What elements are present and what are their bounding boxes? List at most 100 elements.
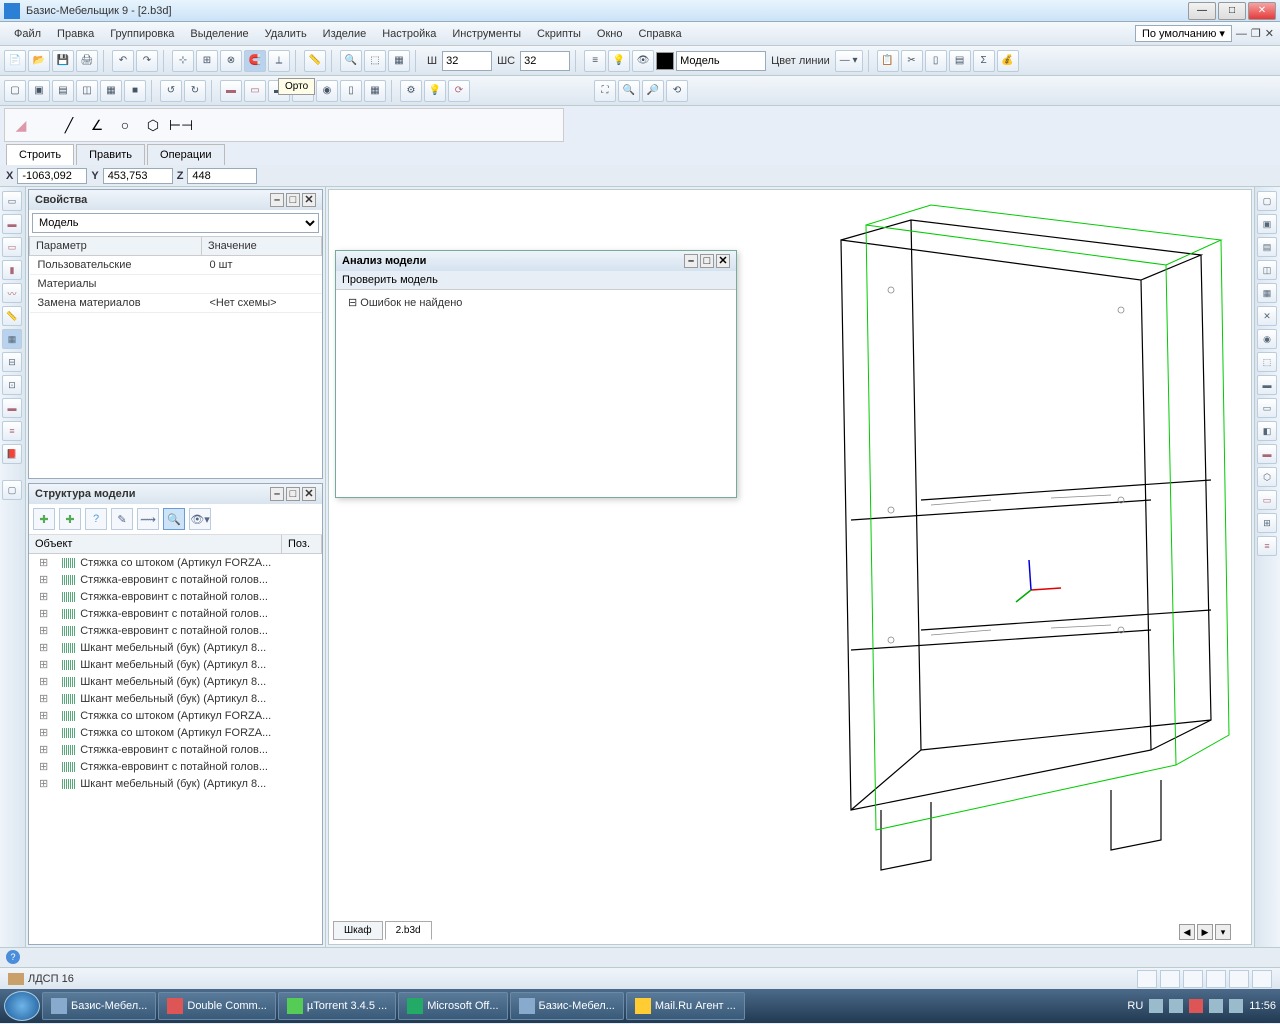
structure-item[interactable]: Шкант мебельный (бук) (Артикул 8... [29,690,322,707]
struct-add2-icon[interactable]: ✚ [59,508,81,530]
struct-add-icon[interactable]: ✚ [33,508,55,530]
select-mode-icon[interactable]: ⬚ [364,50,386,72]
rtool-8-icon[interactable]: ⬚ [1257,352,1277,372]
vtool-board-icon[interactable]: ▬ [2,214,22,234]
help-icon[interactable]: ? [6,950,20,964]
rtool-10-icon[interactable]: ▭ [1257,398,1277,418]
structure-header[interactable]: Структура модели – □ ✕ [29,484,322,504]
screw-icon[interactable]: ⟳ [448,80,470,102]
analysis-check-button[interactable]: Проверить модель [336,271,736,290]
width-input[interactable] [442,51,492,71]
tray-icon[interactable] [1149,999,1163,1013]
tray-icon[interactable] [1169,999,1183,1013]
task-item[interactable]: Базис-Мебел... [42,992,156,1020]
status-btn-2[interactable] [1160,970,1180,988]
material1-icon[interactable]: ▬ [220,80,242,102]
tray-icon[interactable] [1209,999,1223,1013]
rtool-14-icon[interactable]: ▭ [1257,490,1277,510]
shade-icon[interactable]: ≡ [584,50,606,72]
status-btn-1[interactable] [1137,970,1157,988]
status-btn-5[interactable] [1229,970,1249,988]
structure-item[interactable]: Стяжка-евровинт с потайной голов... [29,571,322,588]
tab-ops[interactable]: Операции [147,144,224,165]
analysis-close-icon[interactable]: ✕ [716,254,730,268]
print-button[interactable]: 🖨 [76,50,98,72]
rtool-15-icon[interactable]: ⊞ [1257,513,1277,533]
draw-dim-icon[interactable]: ⊢⊣ [169,113,193,137]
child-minimize[interactable]: — [1236,28,1247,40]
door-icon[interactable]: ▯ [925,50,947,72]
box-wire-icon[interactable]: ▦ [100,80,122,102]
struct-link-icon[interactable]: ⟿ [137,508,159,530]
tab-build[interactable]: Строить [6,144,74,165]
structure-item[interactable]: Шкант мебельный (бук) (Артикул 8... [29,673,322,690]
vtool-book-icon[interactable]: 📕 [2,444,22,464]
snap-ortho-icon[interactable]: ⟂ [268,50,290,72]
panel-pin-icon[interactable]: – [270,193,284,207]
nav-next-icon[interactable]: ▶ [1197,924,1213,940]
sigma-icon[interactable]: Σ [973,50,995,72]
start-button[interactable] [4,991,40,1021]
draw-shape-icon[interactable]: ◢ [9,113,33,137]
vtool-v-icon[interactable]: ⊡ [2,375,22,395]
menu-product[interactable]: Изделие [315,25,375,43]
box-side-icon[interactable]: ▣ [28,80,50,102]
layers-icon[interactable]: ▦ [364,80,386,102]
vtool-layers-icon[interactable]: ≡ [2,421,22,441]
align-icon[interactable]: ▤ [949,50,971,72]
snap-grid-icon[interactable]: ⊞ [196,50,218,72]
structure-item[interactable]: Стяжка-евровинт с потайной голов... [29,741,322,758]
viewtab-file[interactable]: 2.b3d [385,921,432,940]
tab-edit[interactable]: Править [76,144,145,165]
struct-max-icon[interactable]: □ [286,487,300,501]
zoom-icon[interactable]: 🔍 [340,50,362,72]
prop-row[interactable]: Пользовательские0 шт [30,256,322,275]
structure-item[interactable]: Стяжка-евровинт с потайной голов... [29,758,322,775]
measure-icon[interactable]: 📏 [304,50,326,72]
task-item[interactable]: Double Comm... [158,992,275,1020]
save-button[interactable]: 💾 [52,50,74,72]
vtool-stack-icon[interactable]: ▬ [2,398,22,418]
analysis-max-icon[interactable]: □ [700,254,714,268]
minimize-button[interactable]: — [1188,2,1216,20]
undo-button[interactable]: ↶ [112,50,134,72]
structure-item[interactable]: Стяжка со штоком (Артикул FORZA... [29,724,322,741]
redo-button[interactable]: ↷ [136,50,158,72]
menu-file[interactable]: Файл [6,25,49,43]
menu-scripts[interactable]: Скрипты [529,25,589,43]
structure-item[interactable]: Стяжка со штоком (Артикул FORZA... [29,707,322,724]
panel-close-icon[interactable]: ✕ [302,193,316,207]
struct-help-icon[interactable]: ? [85,508,107,530]
close-button[interactable]: ✕ [1248,2,1276,20]
rtool-5-icon[interactable]: ▦ [1257,283,1277,303]
panel-icon[interactable]: ▯ [340,80,362,102]
snap-intersect-icon[interactable]: ⊗ [220,50,242,72]
struct-inspect-icon[interactable]: 🔍 [163,508,185,530]
pick-mode-icon[interactable]: ▦ [388,50,410,72]
structure-item[interactable]: Шкант мебельный (бук) (Артикул 8... [29,639,322,656]
money-icon[interactable]: 💰 [997,50,1019,72]
eye-icon[interactable]: 👁 [632,50,654,72]
structure-item[interactable]: Стяжка-евровинт с потайной голов... [29,605,322,622]
task-item[interactable]: Mail.Ru Агент ... [626,992,745,1020]
tray-lang[interactable]: RU [1127,1000,1143,1012]
tray-icon[interactable] [1189,999,1203,1013]
box-solid-icon[interactable]: ■ [124,80,146,102]
menu-edit[interactable]: Правка [49,25,102,43]
draw-line-icon[interactable]: ╱ [57,113,81,137]
vtool-block-icon[interactable]: ▮ [2,260,22,280]
y-input[interactable] [103,168,173,184]
draw-angle-icon[interactable]: ∠ [85,113,109,137]
structure-item[interactable]: Шкант мебельный (бук) (Артикул 8... [29,656,322,673]
status-btn-4[interactable] [1206,970,1226,988]
tray-volume-icon[interactable] [1229,999,1243,1013]
draw-hex-icon[interactable]: ⬡ [141,113,165,137]
rtool-11-icon[interactable]: ◧ [1257,421,1277,441]
struct-edit-icon[interactable]: ✎ [111,508,133,530]
menu-tools[interactable]: Инструменты [444,25,529,43]
menu-window[interactable]: Окно [589,25,631,43]
draw-circle-icon[interactable]: ○ [113,113,137,137]
child-restore[interactable]: ❐ [1251,27,1261,40]
task-item[interactable]: µTorrent 3.4.5 ... [278,992,396,1020]
rotate-left-icon[interactable]: ↺ [160,80,182,102]
